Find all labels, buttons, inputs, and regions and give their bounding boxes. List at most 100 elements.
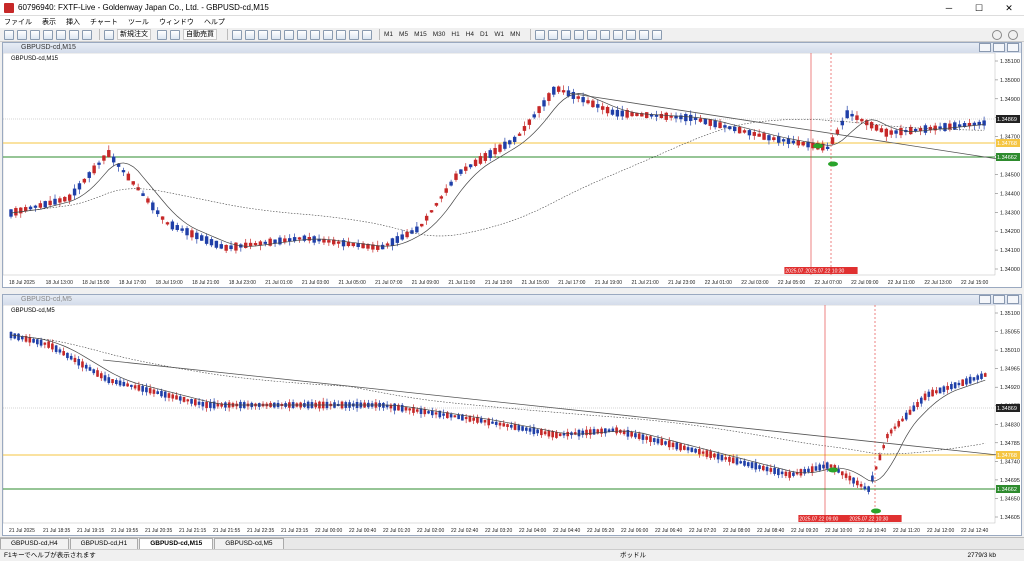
candle-body	[204, 236, 209, 244]
tf-h1[interactable]: H1	[451, 31, 459, 38]
candle-body	[889, 429, 893, 434]
metaeditor-icon[interactable]	[157, 29, 167, 40]
tab-h4[interactable]: GBPUSD-cd,H4	[0, 538, 69, 549]
tf-m1[interactable]: M1	[384, 31, 393, 38]
tf-mn[interactable]: MN	[510, 31, 520, 38]
chart-maximize-button[interactable]	[993, 43, 1005, 52]
time-label: 21 Jul 22:35	[247, 528, 274, 534]
bar-chart-icon[interactable]	[232, 29, 242, 40]
candle-body	[253, 242, 258, 246]
market-watch-icon[interactable]	[30, 29, 40, 40]
crosshair-icon[interactable]	[548, 29, 559, 40]
chart-maximize-button[interactable]	[993, 295, 1005, 304]
candle-body	[146, 198, 150, 203]
candle-body	[385, 243, 390, 246]
menu-tools[interactable]: ツール	[128, 17, 149, 27]
indicators-icon[interactable]	[336, 29, 346, 40]
cursor-icon[interactable]	[535, 29, 546, 40]
tf-d1[interactable]: D1	[480, 31, 488, 38]
candle-body	[219, 244, 223, 249]
profiles-icon[interactable]	[17, 29, 27, 40]
price-label: 1.34740	[1000, 459, 1020, 465]
candle-body	[498, 422, 502, 426]
zoom-in-icon[interactable]	[271, 29, 281, 40]
candle-body	[405, 231, 409, 238]
tile-windows-icon[interactable]	[297, 29, 307, 40]
app-icon	[4, 2, 14, 13]
search-icon[interactable]	[992, 30, 1002, 40]
candle-body	[777, 136, 781, 143]
new-chart-icon[interactable]	[4, 29, 14, 40]
tf-h4[interactable]: H4	[466, 31, 474, 38]
arrows-icon[interactable]	[652, 29, 663, 40]
zoom-out-icon[interactable]	[284, 29, 294, 40]
candle-body	[459, 169, 463, 174]
trendline-icon[interactable]	[587, 29, 598, 40]
navigator-icon[interactable]	[56, 29, 66, 40]
tab-m15[interactable]: GBPUSD-cd,M15	[139, 538, 214, 549]
candle-body	[415, 226, 419, 233]
candle-body	[664, 441, 667, 445]
auto-trade-button[interactable]: 自動売買	[183, 29, 217, 40]
horizontal-line-icon[interactable]	[574, 29, 585, 40]
menu-file[interactable]: ファイル	[4, 17, 32, 27]
price-chart-m5[interactable]: 1.35100 1.35055 1.35010 1.34965 1.34920 1.348…	[3, 305, 1021, 535]
label-icon[interactable]	[639, 29, 650, 40]
price-tag-label: 1.34869	[997, 117, 1017, 123]
tab-m5[interactable]: GBPUSD-cd,M5	[214, 538, 284, 549]
tester-icon[interactable]	[82, 29, 92, 40]
candle-body	[746, 462, 750, 467]
candle-body	[327, 240, 331, 243]
new-order-button[interactable]: 新規注文	[117, 29, 151, 40]
chart-window-m5[interactable]: GBPUSD-cd,M5 1.35100 1.35055 1.35010 1.3496…	[2, 294, 1022, 536]
fibonacci-icon[interactable]	[613, 29, 624, 40]
time-label: 21 Jul 07:00	[375, 280, 402, 286]
line-chart-icon[interactable]	[258, 29, 268, 40]
candle-body	[551, 431, 554, 438]
candle-body	[185, 228, 189, 236]
menu-chart[interactable]: チャート	[90, 17, 118, 27]
tf-m15[interactable]: M15	[414, 31, 427, 38]
menu-window[interactable]: ウィンドウ	[159, 17, 194, 27]
tf-m30[interactable]: M30	[433, 31, 446, 38]
candle-body	[912, 405, 916, 412]
candle-body	[209, 402, 212, 408]
vertical-line-icon[interactable]	[561, 29, 572, 40]
user-icon[interactable]	[1008, 30, 1018, 40]
chart-window-m15[interactable]: GBPUSD-cd,M15 1.35100 1.35000 1.34900 1.348…	[2, 42, 1022, 288]
tab-h1[interactable]: GBPUSD-cd,H1	[69, 538, 139, 549]
chart-tab-bar: GBPUSD-cd,H4 GBPUSD-cd,H1 GBPUSD-cd,M15 …	[0, 537, 1024, 549]
candle-body	[561, 90, 566, 93]
candle-body	[758, 465, 761, 469]
new-order-icon[interactable]	[104, 29, 114, 40]
templates-icon[interactable]	[362, 29, 372, 40]
chart-shift-icon[interactable]	[323, 29, 333, 40]
candle-body	[133, 385, 137, 389]
terminal-icon[interactable]	[69, 29, 79, 40]
chart-close-button[interactable]	[1007, 295, 1019, 304]
chart-minimize-button[interactable]	[979, 43, 991, 52]
candle-body	[976, 375, 980, 380]
candle-body	[165, 222, 170, 225]
periods-icon[interactable]	[349, 29, 359, 40]
channel-icon[interactable]	[600, 29, 611, 40]
menu-help[interactable]: ヘルプ	[204, 17, 225, 27]
menu-insert[interactable]: 挿入	[66, 17, 80, 27]
minimize-button[interactable]: ─	[934, 0, 964, 16]
menu-view[interactable]: 表示	[42, 17, 56, 27]
time-label: 22 Jul 09:20	[791, 528, 818, 534]
price-label: 1.35000	[1000, 78, 1020, 84]
text-icon[interactable]	[626, 29, 637, 40]
tf-m5[interactable]: M5	[399, 31, 408, 38]
candle-body	[708, 119, 712, 126]
data-window-icon[interactable]	[43, 29, 53, 40]
auto-trade-icon[interactable]	[170, 29, 180, 40]
chart-close-button[interactable]	[1007, 43, 1019, 52]
close-button[interactable]: ✕	[994, 0, 1024, 16]
maximize-button[interactable]: ☐	[964, 0, 994, 16]
tf-w1[interactable]: W1	[494, 31, 504, 38]
chart-minimize-button[interactable]	[979, 295, 991, 304]
candlestick-icon[interactable]	[245, 29, 255, 40]
autoscroll-icon[interactable]	[310, 29, 320, 40]
price-chart-m15[interactable]: 1.351001.350001.349001.348001.347001.346…	[3, 53, 1021, 287]
